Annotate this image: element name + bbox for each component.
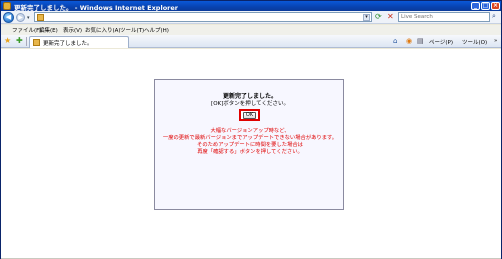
ie-page-icon [3,2,11,10]
menu-edit[interactable]: 編集(E) [39,26,58,34]
close-button[interactable]: × [491,2,500,10]
search-icon[interactable]: ⌕ [492,13,500,21]
minimize-button[interactable]: _ [471,2,480,10]
feeds-icon[interactable]: ◉ [406,37,414,45]
back-button[interactable]: ◀ [3,12,14,23]
menu-favorites[interactable]: お気に入り(A) [85,26,121,34]
more-commands-button[interactable]: » [494,38,497,44]
page-menu-button[interactable]: ページ(P) [429,38,453,46]
refresh-icon[interactable]: ⟳ [375,13,384,22]
title-bar[interactable]: 更新完了しました。 - Windows Internet Explorer _ … [1,1,501,12]
tab-current[interactable]: 更新完了しました。 [29,36,129,48]
ok-button[interactable]: OK [243,112,256,119]
page-content: 更新完了しました。 [OK]ボタンを押してください。 OK 大幅なバージョンアッ… [1,49,501,259]
forward-button[interactable]: ▶ [16,13,25,22]
browser-window: 更新完了しました。 - Windows Internet Explorer _ … [0,0,502,259]
tab-label: 更新完了しました。 [43,41,93,47]
ok-highlight-box: OK [239,109,260,121]
update-complete-panel: 更新完了しました。 [OK]ボタンを押してください。 OK 大幅なバージョンアッ… [154,79,344,210]
separator [26,37,27,46]
stop-icon[interactable]: ✕ [387,13,396,22]
search-input[interactable] [399,13,479,21]
tools-menu-button[interactable]: ツール(O) [462,38,487,46]
favorites-center-icon[interactable]: ★ [4,37,11,45]
address-dropdown-icon[interactable]: ▾ [363,14,370,21]
tab-favicon-icon [33,39,40,46]
message-instruction: [OK]ボタンを押してください。 [211,101,289,107]
add-to-favorites-icon[interactable]: ✚ [16,37,23,45]
note-line: 再度「確認する」ボタンを押してください。 [197,149,303,155]
address-field[interactable]: ▾ [34,12,372,22]
maximize-button[interactable]: □ [481,2,490,10]
menu-tools[interactable]: ツール(T) [120,26,144,34]
menu-bar: ファイル(F) 編集(E) 表示(V) お気に入り(A) ツール(T) ヘルプ(… [1,25,501,35]
page-favicon-icon [37,14,44,21]
menu-view[interactable]: 表示(V) [63,26,82,34]
menu-file[interactable]: ファイル(F) [12,26,41,34]
print-icon[interactable]: ▤ [417,37,425,45]
menu-help[interactable]: ヘルプ(H) [144,26,169,34]
search-box[interactable] [398,12,490,22]
history-dropdown-icon[interactable]: ▾ [27,15,30,21]
home-icon[interactable]: ⌂ [393,37,401,45]
tab-command-bar: ★ ✚ 更新完了しました。 ⌂ ◉ ▤ ページ(P) ツール(O) » [1,35,501,48]
address-toolbar: ◀ ▶ ▾ ▾ ⟳ ✕ ⌕ [1,11,501,24]
